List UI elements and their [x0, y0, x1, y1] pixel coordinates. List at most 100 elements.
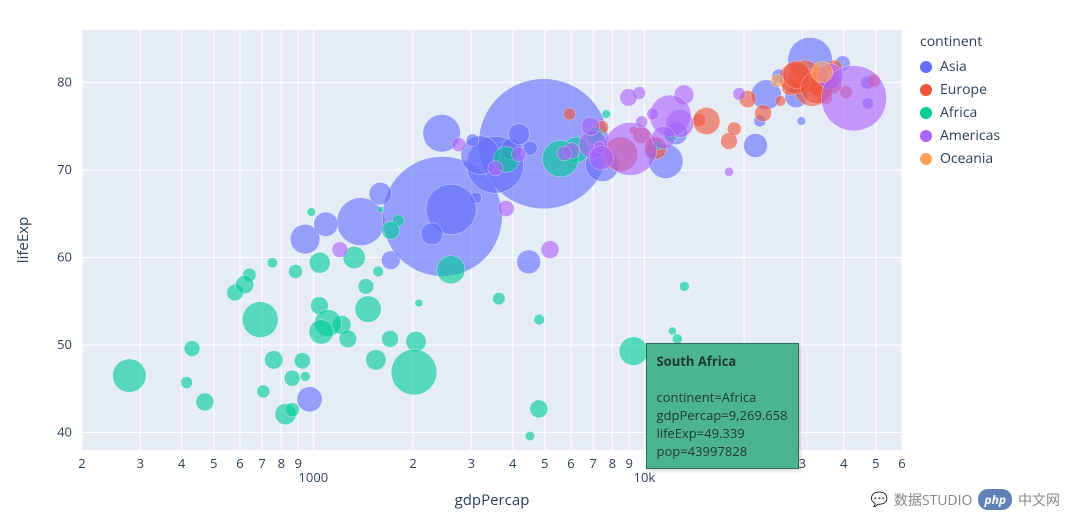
bubble[interactable] — [602, 110, 611, 119]
svg-text:60: 60 — [57, 248, 72, 266]
bubble[interactable] — [358, 279, 374, 295]
bubble[interactable] — [285, 403, 299, 417]
bubble[interactable] — [493, 292, 505, 304]
bubble[interactable] — [337, 198, 385, 246]
bubble[interactable] — [775, 96, 786, 107]
bubble[interactable] — [366, 350, 386, 370]
bubble[interactable] — [771, 74, 784, 87]
legend-item-africa[interactable]: Africa — [920, 103, 1000, 122]
bubble[interactable] — [466, 134, 479, 147]
bubble[interactable] — [284, 370, 300, 386]
bubble[interactable] — [509, 124, 530, 145]
bubble[interactable] — [242, 302, 278, 338]
svg-text:5: 5 — [541, 454, 548, 472]
legend-swatch — [920, 130, 932, 142]
bubble[interactable] — [314, 212, 338, 236]
bubble[interactable] — [257, 385, 270, 398]
bubble[interactable] — [369, 182, 391, 204]
watermark: 💬 数据STUDIO php 中文网 — [870, 489, 1060, 510]
svg-text:6: 6 — [898, 454, 905, 472]
bubble[interactable] — [184, 341, 200, 357]
bubble[interactable] — [437, 256, 465, 284]
svg-text:80: 80 — [57, 73, 72, 91]
bubble[interactable] — [755, 105, 772, 122]
bubble[interactable] — [373, 266, 384, 277]
legend-label: Asia — [940, 57, 967, 76]
legend-item-europe[interactable]: Europe — [920, 80, 1000, 99]
bubble[interactable] — [236, 276, 254, 294]
bubble[interactable] — [530, 400, 548, 418]
php-badge: php — [978, 489, 1012, 510]
bubble[interactable] — [534, 314, 545, 325]
bubble[interactable] — [498, 200, 514, 216]
bubble[interactable] — [581, 117, 600, 136]
svg-text:5: 5 — [872, 454, 879, 472]
bubble[interactable] — [355, 296, 381, 322]
svg-text:10k: 10k — [634, 468, 656, 486]
hover-tooltip: South Africacontinent=AfricagdpPercap=9,… — [646, 343, 799, 469]
bubble[interactable] — [339, 330, 357, 348]
bubble[interactable] — [636, 116, 648, 128]
svg-text:4: 4 — [509, 454, 517, 472]
bubble[interactable] — [620, 89, 637, 106]
bubble[interactable] — [332, 242, 348, 258]
bubble[interactable] — [488, 161, 503, 176]
bubble[interactable] — [309, 320, 333, 344]
bubble[interactable] — [563, 108, 575, 120]
bubble[interactable] — [727, 122, 741, 136]
legend-item-oceania[interactable]: Oceania — [920, 149, 1000, 168]
bubble[interactable] — [604, 122, 657, 175]
bubble[interactable] — [294, 353, 310, 369]
legend-item-americas[interactable]: Americas — [920, 126, 1000, 145]
bubble[interactable] — [811, 61, 832, 82]
bubble[interactable] — [589, 146, 613, 170]
bubble[interactable] — [382, 221, 400, 239]
bubble[interactable] — [196, 393, 214, 411]
legend-swatch — [920, 107, 932, 119]
bubble[interactable] — [619, 337, 648, 366]
legend: continent AsiaEuropeAfricaAmericasOceani… — [920, 32, 1000, 172]
bubble[interactable] — [300, 372, 310, 382]
bubble[interactable] — [733, 88, 746, 101]
bubble[interactable] — [307, 208, 315, 216]
bubble[interactable] — [309, 252, 330, 273]
bubble[interactable] — [557, 146, 572, 161]
bubble[interactable] — [744, 134, 768, 158]
bubble[interactable] — [668, 327, 676, 335]
bubble[interactable] — [511, 147, 526, 162]
bubble[interactable] — [382, 330, 399, 347]
svg-text:6: 6 — [567, 454, 574, 472]
bubble[interactable] — [797, 117, 805, 125]
bubble[interactable] — [525, 431, 534, 440]
svg-text:9: 9 — [295, 454, 302, 472]
legend-label: Oceania — [940, 149, 993, 168]
bubble[interactable] — [693, 107, 720, 134]
bubble[interactable] — [541, 241, 559, 259]
bubble[interactable] — [647, 108, 659, 120]
bubble[interactable] — [267, 258, 277, 268]
y-axis-title: lifeExp — [13, 217, 33, 263]
bubble[interactable] — [113, 359, 146, 392]
bubble[interactable] — [724, 167, 733, 176]
bubble[interactable] — [288, 264, 302, 278]
bubble[interactable] — [265, 351, 283, 369]
bubble[interactable] — [452, 138, 466, 152]
bubble[interactable] — [406, 331, 426, 351]
svg-text:2: 2 — [78, 454, 85, 472]
legend-item-asia[interactable]: Asia — [920, 57, 1000, 76]
bubble[interactable] — [517, 250, 541, 274]
bubble[interactable] — [421, 223, 443, 245]
bubble[interactable] — [297, 387, 322, 412]
bubble[interactable] — [652, 126, 675, 149]
bubble[interactable] — [391, 349, 437, 395]
svg-text:3: 3 — [468, 454, 475, 472]
bubble[interactable] — [181, 377, 193, 389]
svg-text:3: 3 — [799, 454, 806, 472]
svg-text:6: 6 — [236, 454, 243, 472]
svg-text:5: 5 — [210, 454, 217, 472]
svg-text:1000: 1000 — [299, 468, 329, 486]
bubble[interactable] — [679, 281, 689, 291]
bubble[interactable] — [378, 206, 384, 212]
legend-label: Americas — [940, 126, 1000, 145]
bubble[interactable] — [415, 299, 423, 307]
